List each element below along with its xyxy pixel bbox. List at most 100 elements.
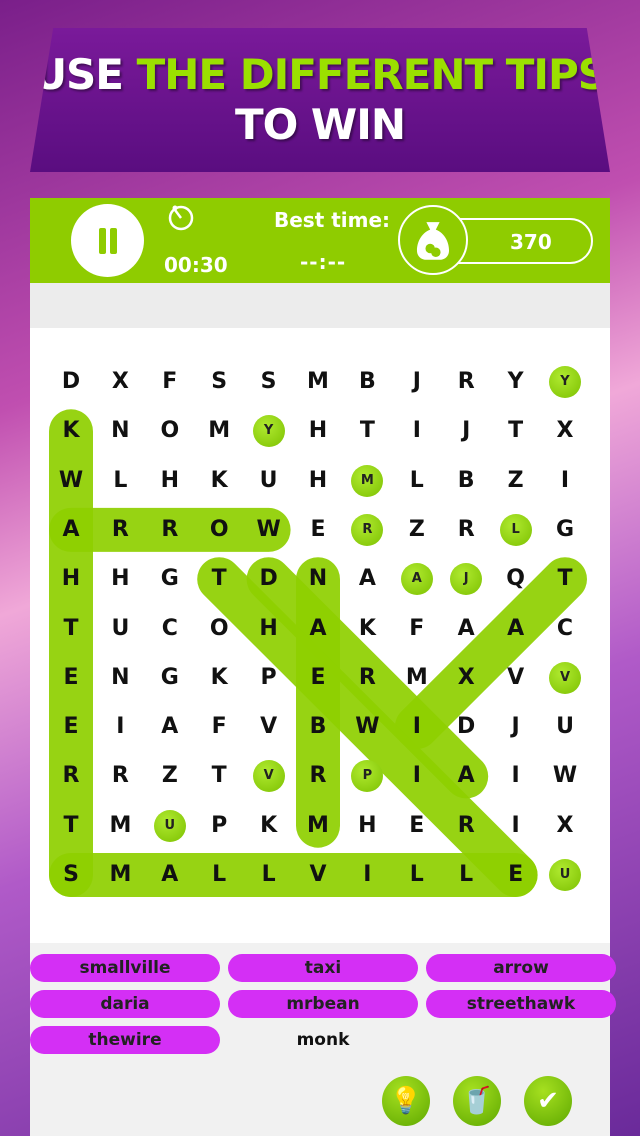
letter-cell[interactable]: A (51, 510, 91, 550)
letter-cell[interactable]: L (397, 855, 437, 895)
letter-cell[interactable]: L (199, 855, 239, 895)
letter-cell[interactable]: A (150, 707, 190, 747)
letter-cell[interactable]: R (100, 756, 140, 796)
letter-cell[interactable]: R (446, 362, 486, 402)
letter-cell[interactable]: A (150, 855, 190, 895)
letter-cell[interactable]: U (545, 707, 585, 747)
letter-cell[interactable]: N (100, 658, 140, 698)
letter-cell[interactable]: R (446, 510, 486, 550)
hint-letter-cell[interactable]: U (153, 809, 186, 842)
letter-cell[interactable]: Z (397, 510, 437, 550)
letter-cell[interactable]: U (249, 461, 289, 501)
letter-cell[interactable]: M (298, 362, 338, 402)
letter-cell[interactable]: S (199, 362, 239, 402)
letter-cell[interactable]: M (199, 411, 239, 451)
letter-cell[interactable]: E (298, 658, 338, 698)
letter-cell[interactable]: T (496, 411, 536, 451)
letter-cell[interactable]: D (51, 362, 91, 402)
hint-letter-cell[interactable]: M (351, 464, 384, 497)
letter-cell[interactable]: D (249, 559, 289, 599)
letter-cell[interactable]: P (199, 806, 239, 846)
check-button[interactable]: ✔ (524, 1076, 572, 1126)
letter-cell[interactable]: F (150, 362, 190, 402)
letter-cell[interactable]: B (446, 461, 486, 501)
letter-cell[interactable]: K (347, 609, 387, 649)
hint-letter-cell[interactable]: V (549, 661, 581, 694)
letter-cell[interactable]: Y (496, 362, 536, 402)
letter-cell[interactable]: A (446, 756, 486, 796)
letter-cell[interactable]: W (347, 707, 387, 747)
hint-letter-cell[interactable]: Y (549, 366, 581, 398)
hint-bulb-button[interactable]: 💡 (382, 1076, 430, 1126)
letter-cell[interactable]: X (545, 806, 585, 846)
letter-cell[interactable]: A (446, 609, 486, 649)
letter-cell[interactable]: N (100, 411, 140, 451)
letter-cell[interactable]: B (347, 362, 387, 402)
letter-cell[interactable]: O (199, 609, 239, 649)
letter-cell[interactable]: J (446, 411, 486, 451)
money-bag-button[interactable] (398, 205, 468, 275)
letter-cell[interactable]: T (51, 806, 91, 846)
letter-cell[interactable]: H (298, 461, 338, 501)
letter-cell[interactable]: L (100, 461, 140, 501)
letter-cell[interactable]: H (51, 559, 91, 599)
letter-cell[interactable]: S (51, 855, 91, 895)
hint-letter-cell[interactable]: Y (252, 415, 285, 448)
letter-cell[interactable]: A (496, 609, 536, 649)
letter-cell[interactable]: P (249, 658, 289, 698)
letter-cell[interactable]: O (150, 411, 190, 451)
letter-cell[interactable]: H (249, 609, 289, 649)
hint-letter-cell[interactable]: V (252, 760, 285, 793)
letter-cell[interactable]: R (298, 756, 338, 796)
pause-button[interactable] (71, 204, 144, 277)
letter-cell[interactable]: X (446, 658, 486, 698)
letter-cell[interactable]: E (51, 707, 91, 747)
letter-cell[interactable]: T (199, 756, 239, 796)
letter-cell[interactable]: O (199, 510, 239, 550)
letter-cell[interactable]: W (545, 756, 585, 796)
letter-cell[interactable]: I (496, 806, 536, 846)
letter-cell[interactable]: K (199, 658, 239, 698)
letter-cell[interactable]: B (298, 707, 338, 747)
letter-cell[interactable]: J (496, 707, 536, 747)
letter-cell[interactable]: H (100, 559, 140, 599)
letter-cell[interactable]: F (199, 707, 239, 747)
letter-cell[interactable]: T (51, 609, 91, 649)
letter-cell[interactable]: T (545, 559, 585, 599)
letter-cell[interactable]: I (397, 411, 437, 451)
letter-cell[interactable]: M (100, 806, 140, 846)
letter-cell[interactable]: L (446, 855, 486, 895)
hint-letter-cell[interactable]: U (549, 859, 581, 891)
letter-cell[interactable]: N (298, 559, 338, 599)
letter-cell[interactable]: A (298, 609, 338, 649)
letter-cell[interactable]: C (150, 609, 190, 649)
letter-cell[interactable]: R (347, 658, 387, 698)
letter-grid[interactable]: DXFSSMBJRYYKNOMYHTIJTXWLHKUHMLBZIARROWER… (30, 328, 610, 943)
letter-cell[interactable]: G (545, 510, 585, 550)
letter-cell[interactable]: R (51, 756, 91, 796)
letter-cell[interactable]: I (545, 461, 585, 501)
letter-cell[interactable]: W (51, 461, 91, 501)
letter-cell[interactable]: D (446, 707, 486, 747)
letter-cell[interactable]: I (397, 707, 437, 747)
letter-cell[interactable]: E (496, 855, 536, 895)
letter-cell[interactable]: E (51, 658, 91, 698)
letter-cell[interactable]: A (347, 559, 387, 599)
letter-cell[interactable]: H (298, 411, 338, 451)
letter-cell[interactable]: V (496, 658, 536, 698)
letter-cell[interactable]: T (347, 411, 387, 451)
letter-cell[interactable]: Q (496, 559, 536, 599)
letter-cell[interactable]: G (150, 658, 190, 698)
letter-cell[interactable]: J (397, 362, 437, 402)
letter-cell[interactable]: X (100, 362, 140, 402)
letter-cell[interactable]: U (100, 609, 140, 649)
letter-cell[interactable]: T (199, 559, 239, 599)
letter-cell[interactable]: E (397, 806, 437, 846)
letter-cell[interactable]: V (298, 855, 338, 895)
hint-letter-cell[interactable]: L (499, 513, 532, 546)
letter-cell[interactable]: I (496, 756, 536, 796)
letter-cell[interactable]: X (545, 411, 585, 451)
letter-cell[interactable]: I (347, 855, 387, 895)
letter-cell[interactable]: C (545, 609, 585, 649)
letter-cell[interactable]: L (249, 855, 289, 895)
